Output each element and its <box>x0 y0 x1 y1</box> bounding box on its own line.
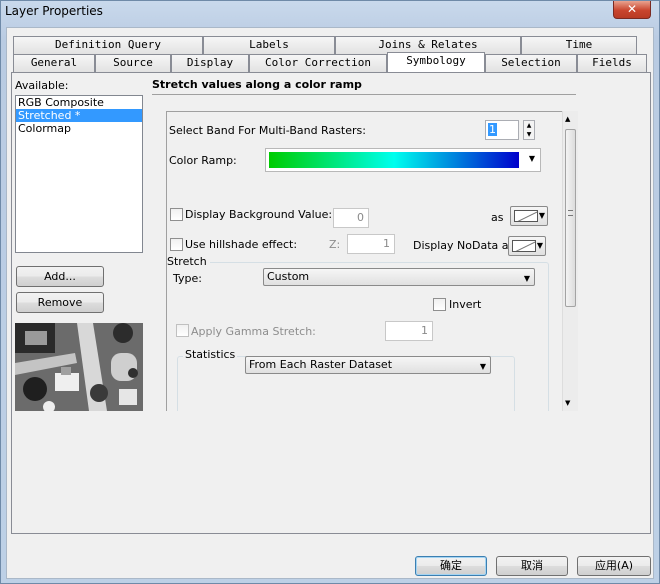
z-label: Z: <box>329 238 341 251</box>
chevron-down-icon: ▼ <box>479 362 486 371</box>
tab-fields[interactable]: Fields <box>577 54 647 72</box>
statistics-dropdown[interactable]: From Each Raster Dataset ▼ <box>245 356 491 374</box>
tab-time[interactable]: Time <box>521 36 637 54</box>
panel-scrollbar[interactable]: ▲ ▼ <box>562 111 578 411</box>
title-bar[interactable]: Layer Properties ✕ <box>1 1 659 25</box>
stretch-type-dropdown[interactable]: Custom ▼ <box>263 268 535 286</box>
add-button[interactable]: Add... <box>16 266 104 287</box>
statistics-value: From Each Raster Dataset <box>249 358 393 371</box>
band-input[interactable]: 1 <box>485 120 519 140</box>
stretch-panel: Stretch values along a color ramp Select… <box>152 77 578 411</box>
band-spinner[interactable]: ▲ ▼ <box>523 120 535 140</box>
band-label: Select Band For Multi-Band Rasters: <box>169 124 366 137</box>
tab-color-correction[interactable]: Color Correction <box>249 54 387 72</box>
nodata-color-picker[interactable]: ▼ <box>508 236 546 256</box>
grip-icon <box>568 210 573 216</box>
gamma-label: Apply Gamma Stretch: <box>191 325 316 338</box>
display-background-input[interactable]: 0 <box>333 208 369 228</box>
invert-label: Invert <box>449 298 482 311</box>
available-label: Available: <box>15 79 69 92</box>
chevron-down-icon: ▼ <box>523 274 530 283</box>
no-color-swatch-icon <box>514 210 538 222</box>
renderer-list[interactable]: RGB Composite Stretched * Colormap <box>15 95 143 253</box>
chevron-down-icon: ▼ <box>536 241 543 250</box>
stretch-type-value: Custom <box>267 270 310 283</box>
no-color-swatch-icon <box>512 240 536 252</box>
scroll-up-icon[interactable]: ▲ <box>565 115 570 123</box>
tab-symbology[interactable]: Symbology <box>387 52 485 72</box>
display-background-checkbox[interactable] <box>170 208 183 221</box>
panel-heading: Stretch values along a color ramp <box>152 77 576 95</box>
stretch-content: Select Band For Multi-Band Rasters: 1 ▲ … <box>166 111 564 411</box>
type-label: Type: <box>173 272 202 285</box>
tab-general[interactable]: General <box>13 54 95 72</box>
raster-preview-graphic <box>15 323 143 411</box>
scroll-down-icon[interactable]: ▼ <box>565 399 570 407</box>
z-factor-input[interactable]: 1 <box>347 234 395 254</box>
color-ramp-label: Color Ramp: <box>169 154 237 167</box>
symbology-page: Available: RGB Composite Stretched * Col… <box>11 72 651 534</box>
gamma-input[interactable]: 1 <box>385 321 433 341</box>
tab-definition-query[interactable]: Definition Query <box>13 36 203 54</box>
color-ramp-combo[interactable]: ▼ <box>265 148 541 172</box>
hillshade-label: Use hillshade effect: <box>185 238 298 251</box>
tab-labels[interactable]: Labels <box>203 36 335 54</box>
hillshade-checkbox[interactable] <box>170 238 183 251</box>
chevron-down-icon: ▼ <box>538 211 545 220</box>
apply-button[interactable]: 应用(A) <box>577 556 651 576</box>
nodata-label: Display NoData as <box>413 239 515 252</box>
chevron-down-icon: ▼ <box>528 154 535 163</box>
display-background-label: Display Background Value: <box>185 208 333 221</box>
remove-button[interactable]: Remove <box>16 292 104 313</box>
dialog-client: Definition Query Labels Joins & Relates … <box>6 27 654 579</box>
scroll-thumb[interactable] <box>565 129 576 307</box>
raster-preview-image <box>15 323 143 411</box>
as-label: as <box>491 211 504 224</box>
tab-source[interactable]: Source <box>95 54 171 72</box>
tab-row-front: General Source Display Color Correction … <box>11 52 651 72</box>
statistics-group-label: Statistics <box>183 348 238 361</box>
stretch-group-label: Stretch <box>167 255 210 268</box>
cancel-button[interactable]: 取消 <box>496 556 568 576</box>
tab-display[interactable]: Display <box>171 54 249 72</box>
spin-up-icon[interactable]: ▲ <box>524 121 534 130</box>
close-button[interactable]: ✕ <box>613 1 651 19</box>
list-item-rgb-composite[interactable]: RGB Composite <box>16 96 142 109</box>
invert-checkbox[interactable] <box>433 298 446 311</box>
color-ramp-swatch <box>269 152 519 168</box>
list-item-stretched[interactable]: Stretched * <box>16 109 142 122</box>
ok-button[interactable]: 确定 <box>415 556 487 576</box>
tab-row-back: Definition Query Labels Joins & Relates … <box>11 36 651 54</box>
window-title: Layer Properties <box>5 4 103 18</box>
list-item-colormap[interactable]: Colormap <box>16 122 142 135</box>
band-value: 1 <box>488 123 497 136</box>
gamma-checkbox[interactable] <box>176 324 189 337</box>
layer-properties-window: Layer Properties ✕ Definition Query Labe… <box>0 0 660 584</box>
tab-selection[interactable]: Selection <box>485 54 577 72</box>
spin-down-icon[interactable]: ▼ <box>524 130 534 139</box>
background-color-picker[interactable]: ▼ <box>510 206 548 226</box>
